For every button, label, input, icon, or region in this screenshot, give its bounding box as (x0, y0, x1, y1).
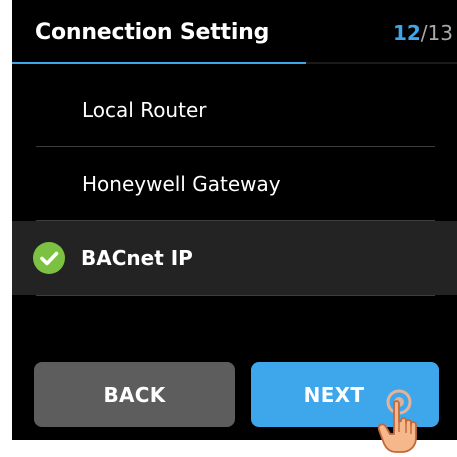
back-button-label: BACK (103, 382, 166, 407)
connection-setting-screen: Connection Setting 12/13 Local Router Ho… (12, 0, 457, 440)
page-title: Connection Setting (35, 20, 270, 45)
step-counter: 12/13 (393, 21, 453, 45)
option-honeywell-gateway[interactable]: Honeywell Gateway (12, 147, 457, 221)
progress-fill (12, 62, 306, 64)
divider (36, 295, 435, 296)
back-button[interactable]: BACK (34, 362, 235, 427)
step-separator: / (420, 21, 428, 45)
header: Connection Setting 12/13 (12, 0, 457, 66)
next-button-label: NEXT (303, 382, 365, 407)
check-circle-icon (33, 242, 65, 274)
option-label: BACnet IP (81, 246, 193, 270)
option-label: Local Router (82, 98, 207, 122)
step-total: 13 (427, 21, 453, 45)
progress-bar (12, 62, 457, 64)
step-current: 12 (392, 21, 421, 45)
option-bacnet-ip[interactable]: BACnet IP (12, 221, 457, 295)
hand-pointer-icon (368, 382, 438, 453)
option-local-router[interactable]: Local Router (12, 73, 457, 147)
option-label: Honeywell Gateway (82, 172, 281, 196)
